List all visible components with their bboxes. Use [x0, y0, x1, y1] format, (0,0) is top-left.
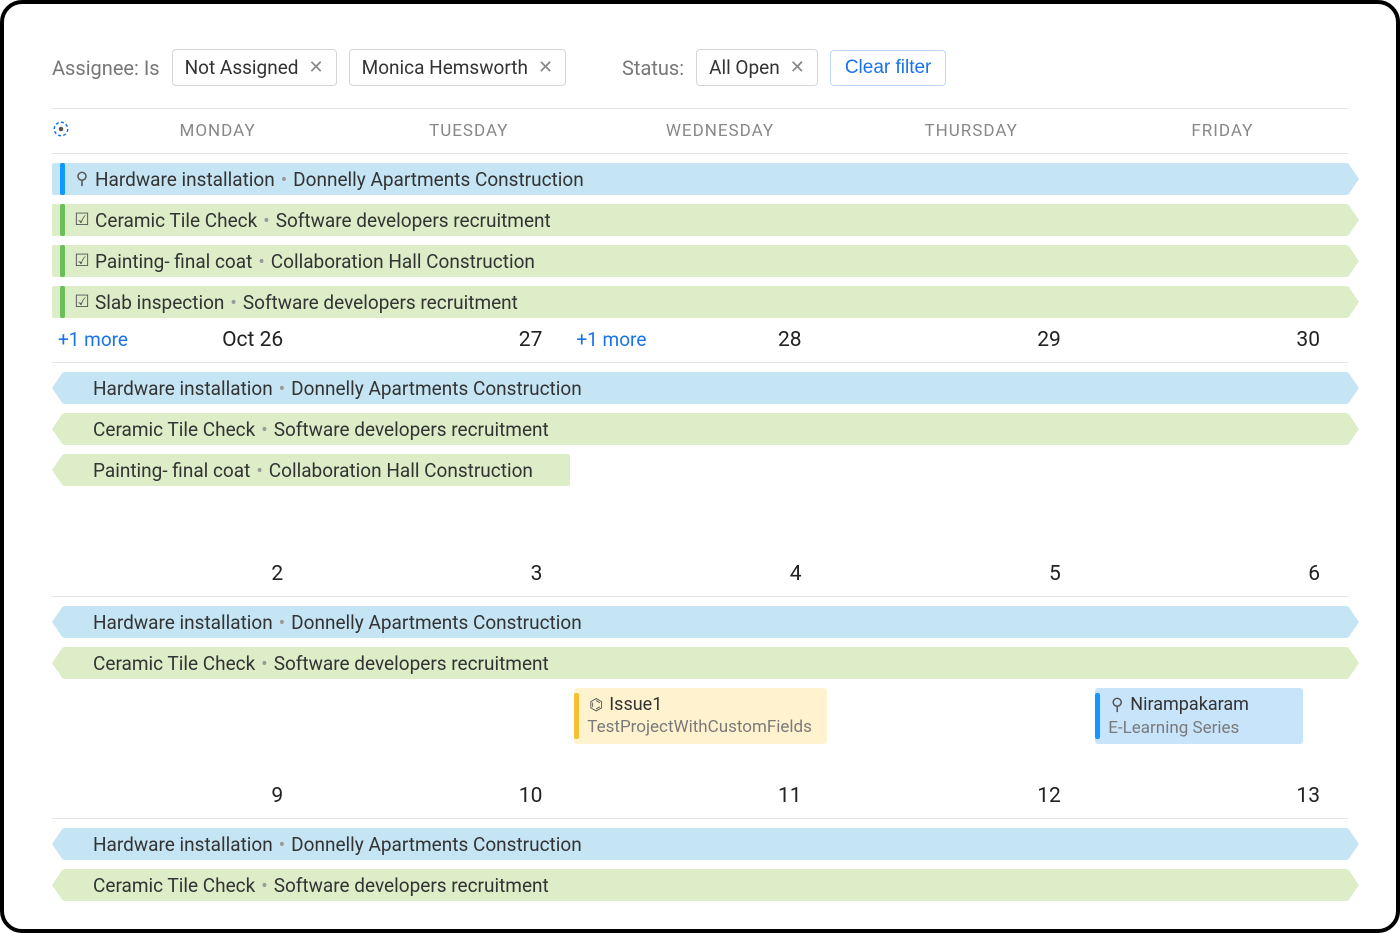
color-stripe — [574, 693, 579, 739]
task-title: Ceramic Tile Check — [93, 874, 255, 897]
task-project: Software developers recruitment — [243, 291, 518, 314]
week-3: Hardware installation•Donnelly Apartment… — [52, 597, 1348, 818]
more-link[interactable]: +1 more — [58, 328, 128, 351]
chip-not-assigned[interactable]: Not Assigned ✕ — [172, 49, 337, 86]
day-tue: TUESDAY — [343, 121, 594, 141]
chip-label: Not Assigned — [185, 56, 299, 79]
day-mon: MONDAY — [92, 121, 343, 141]
date: 13 — [1296, 784, 1320, 808]
task-bar[interactable]: Hardware installation•Donnelly Apartment… — [63, 372, 1348, 404]
remove-icon[interactable]: ✕ — [790, 57, 805, 78]
assignee-label: Assignee: Is — [52, 56, 160, 80]
remove-icon[interactable]: ✕ — [309, 57, 324, 78]
task-project: TestProjectWithCustomFields — [587, 716, 812, 739]
more-link[interactable]: +1 more — [576, 328, 646, 351]
task-bar[interactable]: Painting- final coat•Collaboration Hall … — [63, 454, 570, 486]
task-project: Software developers recruitment — [274, 652, 549, 675]
week-4: Hardware installation•Donnelly Apartment… — [52, 819, 1348, 901]
task-title: Ceramic Tile Check — [93, 418, 255, 441]
date: Oct 26 — [222, 328, 283, 352]
task-title: Hardware installation — [93, 611, 273, 634]
task-project: Software developers recruitment — [274, 418, 549, 441]
date: 4 — [790, 562, 802, 586]
task-bar[interactable]: Hardware installation•Donnelly Apartment… — [63, 828, 1348, 860]
task-bar[interactable]: ☑ Slab inspection • Software developers … — [52, 286, 1348, 318]
task-title: Ceramic Tile Check — [95, 209, 257, 232]
day-header-row: MONDAY TUESDAY WEDNESDAY THURSDAY FRIDAY — [52, 109, 1348, 153]
task-title: Hardware installation — [93, 377, 273, 400]
color-stripe — [60, 286, 65, 318]
task-title: Hardware installation — [93, 833, 273, 856]
date: 11 — [778, 784, 802, 808]
task-bar[interactable]: Ceramic Tile Check•Software developers r… — [63, 869, 1348, 901]
date: 3 — [531, 562, 543, 586]
task-bar[interactable]: ⚲ Hardware installation • Donnelly Apart… — [52, 163, 1348, 195]
color-stripe — [60, 204, 65, 236]
task-card-issue[interactable]: ⌬Issue1 TestProjectWithCustomFields — [574, 688, 827, 744]
date: 28 — [778, 328, 802, 352]
color-stripe — [60, 245, 65, 277]
chip-monica[interactable]: Monica Hemsworth ✕ — [349, 49, 566, 86]
date: 12 — [1037, 784, 1061, 808]
date: 27 — [519, 328, 543, 352]
bug-icon: ⌬ — [587, 693, 605, 716]
day-fri: FRIDAY — [1097, 121, 1348, 141]
chip-label: All Open — [709, 56, 780, 79]
task-title: Painting- final coat — [93, 459, 250, 482]
date: 29 — [1037, 328, 1061, 352]
date: 5 — [1049, 562, 1061, 586]
task-bar[interactable]: Ceramic Tile Check•Software developers r… — [63, 647, 1348, 679]
task-bar[interactable]: Hardware installation•Donnelly Apartment… — [63, 606, 1348, 638]
remove-icon[interactable]: ✕ — [538, 57, 553, 78]
task-title: Nirampakaram — [1130, 694, 1249, 715]
clear-filter-button[interactable]: Clear filter — [830, 50, 947, 86]
task-card-niram[interactable]: ⚲Nirampakaram E-Learning Series — [1095, 688, 1302, 744]
task-icon: ☑ — [73, 292, 91, 312]
week-1: ⚲ Hardware installation • Donnelly Apart… — [52, 154, 1348, 362]
task-project: Donnelly Apartments Construction — [291, 377, 582, 400]
color-stripe — [60, 163, 65, 195]
filter-bar: Assignee: Is Not Assigned ✕ Monica Hemsw… — [52, 49, 1348, 108]
date: 9 — [271, 784, 283, 808]
date: 2 — [271, 562, 283, 586]
task-project: E-Learning Series — [1108, 717, 1249, 740]
day-wed: WEDNESDAY — [594, 121, 845, 141]
milestone-icon: ⚲ — [73, 169, 91, 189]
task-bar[interactable]: ☑ Painting- final coat • Collaboration H… — [52, 245, 1348, 277]
task-project: Donnelly Apartments Construction — [291, 611, 582, 634]
chip-label: Monica Hemsworth — [362, 56, 528, 79]
week-2: Hardware installation•Donnelly Apartment… — [52, 363, 1348, 596]
day-thu: THURSDAY — [846, 121, 1097, 141]
status-label: Status: — [622, 56, 684, 80]
milestone-icon: ⚲ — [1108, 694, 1126, 717]
task-project: Software developers recruitment — [274, 874, 549, 897]
task-title: Slab inspection — [95, 291, 224, 314]
date: 10 — [519, 784, 543, 808]
task-title: Painting- final coat — [95, 250, 252, 273]
color-stripe — [1095, 693, 1100, 739]
task-icon: ☑ — [73, 251, 91, 271]
chip-status[interactable]: All Open ✕ — [696, 49, 818, 86]
task-project: Software developers recruitment — [276, 209, 551, 232]
task-title: Issue1 — [609, 694, 662, 715]
task-icon: ☑ — [73, 210, 91, 230]
date: 6 — [1308, 562, 1320, 586]
date: 30 — [1296, 328, 1320, 352]
task-title: Hardware installation — [95, 168, 275, 191]
task-project: Collaboration Hall Construction — [269, 459, 533, 482]
task-project: Collaboration Hall Construction — [271, 250, 535, 273]
task-project: Donnelly Apartments Construction — [293, 168, 584, 191]
task-title: Ceramic Tile Check — [93, 652, 255, 675]
settings-icon[interactable] — [52, 120, 92, 142]
task-bar[interactable]: Ceramic Tile Check•Software developers r… — [63, 413, 1348, 445]
task-bar[interactable]: ☑ Ceramic Tile Check • Software develope… — [52, 204, 1348, 236]
task-project: Donnelly Apartments Construction — [291, 833, 582, 856]
